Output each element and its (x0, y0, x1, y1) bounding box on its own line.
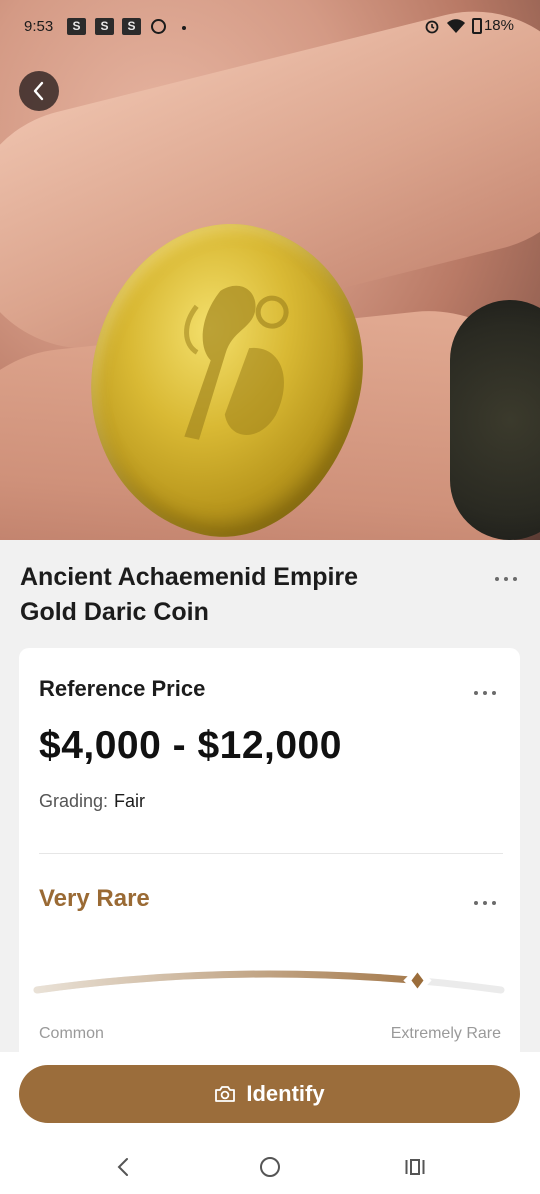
wifi-icon (446, 18, 465, 33)
status-bar: 9:53 S S S 18% (0, 0, 540, 56)
home-circle-icon (260, 1157, 280, 1177)
notification-icon: S (122, 18, 141, 35)
item-title-line: Gold Daric Coin (20, 598, 209, 626)
sync-icon (151, 19, 166, 34)
grading-row: Grading: Fair (39, 791, 145, 812)
coin-relief (184, 285, 289, 440)
rarity-scale (33, 966, 505, 995)
divider (39, 853, 503, 854)
battery-icon (471, 17, 482, 34)
nav-home-button[interactable] (255, 1152, 285, 1182)
grading-label: Grading: (39, 791, 109, 811)
notification-icon: S (95, 18, 114, 35)
item-title-line: Ancient Achaemenid Empire (20, 563, 359, 591)
photo-background (450, 300, 540, 540)
item-photo (0, 0, 540, 540)
more-dots-icon[interactable] (471, 684, 498, 695)
identify-button[interactable]: Identify (19, 1065, 520, 1123)
more-dots-icon[interactable] (471, 894, 498, 905)
scale-min-label: Common (39, 1025, 104, 1042)
reference-price-label: Reference Price (39, 676, 206, 701)
recents-icon (405, 1159, 425, 1175)
nav-back-button[interactable] (108, 1152, 138, 1182)
alarm-icon (425, 20, 439, 33)
notification-icon: S (67, 18, 86, 35)
rarity-label: Very Rare (39, 885, 150, 912)
price-range: $4,000 - $12,000 (39, 724, 342, 767)
identify-label: Identify (246, 1081, 325, 1106)
price-card: Reference Price $4,000 - $12,000 Grading… (19, 648, 520, 1078)
back-button[interactable] (19, 71, 59, 111)
nav-back-icon (117, 1158, 128, 1176)
nav-recents-button[interactable] (400, 1152, 430, 1182)
camera-icon (215, 1086, 236, 1102)
rarity-marker (403, 966, 432, 995)
system-nav-bar (0, 1140, 540, 1194)
more-notifications-dot (182, 26, 186, 30)
status-time: 9:53 (24, 18, 54, 35)
chevron-left-icon (33, 81, 44, 101)
scale-max-label: Extremely Rare (390, 1025, 501, 1042)
grading-value: Fair (114, 791, 146, 811)
more-dots-icon[interactable] (492, 570, 519, 581)
rarity-fill (33, 970, 421, 994)
battery-level: 18% (483, 17, 514, 34)
status-right: 18% (424, 17, 514, 34)
item-title: Ancient Achaemenid Empire Gold Daric Coi… (20, 560, 440, 630)
